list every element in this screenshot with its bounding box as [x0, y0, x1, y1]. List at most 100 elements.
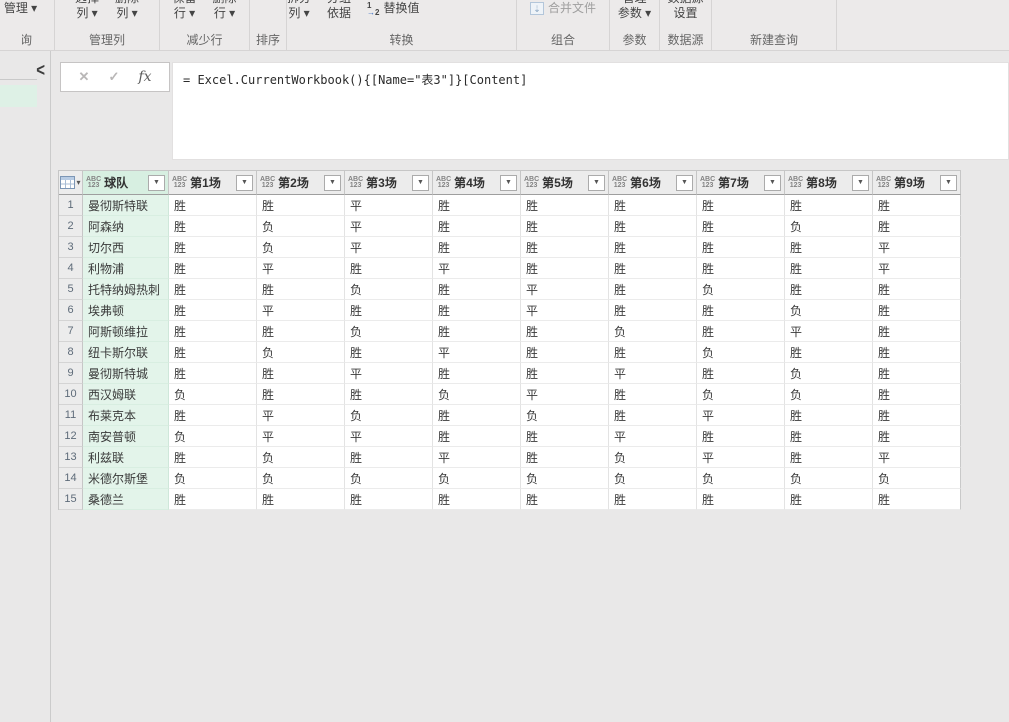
row-number[interactable]: 12 — [59, 426, 83, 447]
cell-match2[interactable]: 平 — [257, 300, 345, 321]
filter-dropdown-button[interactable]: ▼ — [852, 174, 869, 191]
cell-match8[interactable]: 负 — [785, 384, 873, 405]
cell-match1[interactable]: 负 — [169, 468, 257, 489]
cell-match8[interactable]: 胜 — [785, 237, 873, 258]
remove-rows-button[interactable]: 删除行 ▾ — [213, 0, 237, 21]
column-header-match5[interactable]: ABC 123 第5场 ▼ — [521, 170, 609, 195]
cell-team[interactable]: 米德尔斯堡 — [83, 468, 169, 489]
column-header-match3[interactable]: ABC 123 第3场 ▼ — [345, 170, 433, 195]
cell-match8[interactable]: 平 — [785, 321, 873, 342]
cell-match4[interactable]: 胜 — [433, 237, 521, 258]
cell-match6[interactable]: 胜 — [609, 195, 697, 216]
confirm-formula-icon[interactable]: ✓ — [108, 69, 119, 85]
cell-team[interactable]: 桑德兰 — [83, 489, 169, 510]
cell-team[interactable]: 阿斯顿维拉 — [83, 321, 169, 342]
data-type-abc123-icon[interactable]: ABC 123 — [86, 176, 101, 189]
cell-team[interactable]: 埃弗顿 — [83, 300, 169, 321]
cell-match7[interactable]: 胜 — [697, 300, 785, 321]
cell-match3[interactable]: 负 — [345, 468, 433, 489]
cell-match3[interactable]: 胜 — [345, 489, 433, 510]
cell-match4[interactable]: 胜 — [433, 405, 521, 426]
cell-match9[interactable]: 平 — [873, 258, 961, 279]
cell-match9[interactable]: 平 — [873, 237, 961, 258]
cell-match1[interactable]: 胜 — [169, 405, 257, 426]
cell-match1[interactable]: 胜 — [169, 342, 257, 363]
cell-match1[interactable]: 胜 — [169, 216, 257, 237]
cell-match3[interactable]: 平 — [345, 216, 433, 237]
row-number[interactable]: 8 — [59, 342, 83, 363]
cell-match1[interactable]: 胜 — [169, 447, 257, 468]
cell-match6[interactable]: 胜 — [609, 258, 697, 279]
row-number[interactable]: 7 — [59, 321, 83, 342]
row-number[interactable]: 14 — [59, 468, 83, 489]
formula-input[interactable]: = Excel.CurrentWorkbook(){[Name="表3"]}[C… — [172, 62, 1009, 160]
cell-match6[interactable]: 负 — [609, 447, 697, 468]
cell-match8[interactable]: 胜 — [785, 426, 873, 447]
data-type-abc123-icon[interactable]: ABC 123 — [348, 176, 363, 189]
cell-team[interactable]: 托特纳姆热刺 — [83, 279, 169, 300]
cell-match2[interactable]: 胜 — [257, 489, 345, 510]
cell-match4[interactable]: 负 — [433, 384, 521, 405]
cell-match9[interactable]: 平 — [873, 447, 961, 468]
cell-match4[interactable]: 胜 — [433, 489, 521, 510]
cell-team[interactable]: 曼彻斯特城 — [83, 363, 169, 384]
cell-match1[interactable]: 负 — [169, 426, 257, 447]
cell-match3[interactable]: 平 — [345, 363, 433, 384]
cell-match6[interactable]: 胜 — [609, 489, 697, 510]
cell-match1[interactable]: 胜 — [169, 195, 257, 216]
cell-match8[interactable]: 负 — [785, 300, 873, 321]
row-number[interactable]: 9 — [59, 363, 83, 384]
cell-match4[interactable]: 胜 — [433, 363, 521, 384]
collapse-pane-chevron-icon[interactable]: < — [36, 60, 45, 80]
cell-match6[interactable]: 胜 — [609, 279, 697, 300]
cell-match4[interactable]: 负 — [433, 468, 521, 489]
cell-team[interactable]: 西汉姆联 — [83, 384, 169, 405]
column-header-match2[interactable]: ABC 123 第2场 ▼ — [257, 170, 345, 195]
cell-match3[interactable]: 平 — [345, 237, 433, 258]
cell-match4[interactable]: 胜 — [433, 321, 521, 342]
cell-match7[interactable]: 胜 — [697, 363, 785, 384]
cell-match3[interactable]: 负 — [345, 321, 433, 342]
cell-match2[interactable]: 平 — [257, 405, 345, 426]
cell-match7[interactable]: 平 — [697, 447, 785, 468]
cell-match3[interactable]: 胜 — [345, 342, 433, 363]
cell-match5[interactable]: 平 — [521, 384, 609, 405]
cell-match2[interactable]: 负 — [257, 447, 345, 468]
row-number[interactable]: 6 — [59, 300, 83, 321]
cell-team[interactable]: 曼彻斯特联 — [83, 195, 169, 216]
filter-dropdown-button[interactable]: ▼ — [676, 174, 693, 191]
cell-match2[interactable]: 平 — [257, 426, 345, 447]
selected-query-item[interactable] — [0, 85, 37, 107]
cell-match3[interactable]: 胜 — [345, 300, 433, 321]
cell-match8[interactable]: 胜 — [785, 405, 873, 426]
data-source-settings-button[interactable]: 数据源设置 — [667, 0, 703, 21]
cell-match5[interactable]: 负 — [521, 468, 609, 489]
cell-match8[interactable]: 胜 — [785, 279, 873, 300]
cell-match2[interactable]: 负 — [257, 237, 345, 258]
cell-match7[interactable]: 胜 — [697, 237, 785, 258]
cell-team[interactable]: 布莱克本 — [83, 405, 169, 426]
cell-match5[interactable]: 负 — [521, 405, 609, 426]
cell-team[interactable]: 阿森纳 — [83, 216, 169, 237]
cell-match4[interactable]: 胜 — [433, 216, 521, 237]
cell-match1[interactable]: 胜 — [169, 489, 257, 510]
cell-match2[interactable]: 胜 — [257, 384, 345, 405]
cell-match2[interactable]: 负 — [257, 216, 345, 237]
filter-dropdown-button[interactable]: ▼ — [940, 174, 957, 191]
cell-match9[interactable]: 负 — [873, 468, 961, 489]
cell-match2[interactable]: 胜 — [257, 279, 345, 300]
cell-match1[interactable]: 胜 — [169, 237, 257, 258]
cell-match4[interactable]: 平 — [433, 342, 521, 363]
data-type-abc123-icon[interactable]: ABC 123 — [524, 176, 539, 189]
row-number[interactable]: 5 — [59, 279, 83, 300]
row-number[interactable]: 1 — [59, 195, 83, 216]
cell-match1[interactable]: 胜 — [169, 363, 257, 384]
column-header-match4[interactable]: ABC 123 第4场 ▼ — [433, 170, 521, 195]
combine-files-button[interactable]: ⇣ 合并文件 — [529, 1, 596, 16]
cell-match9[interactable]: 胜 — [873, 489, 961, 510]
cell-match7[interactable]: 平 — [697, 405, 785, 426]
cell-match9[interactable]: 胜 — [873, 279, 961, 300]
cell-match9[interactable]: 胜 — [873, 342, 961, 363]
cell-match9[interactable]: 胜 — [873, 300, 961, 321]
cell-match4[interactable]: 胜 — [433, 279, 521, 300]
